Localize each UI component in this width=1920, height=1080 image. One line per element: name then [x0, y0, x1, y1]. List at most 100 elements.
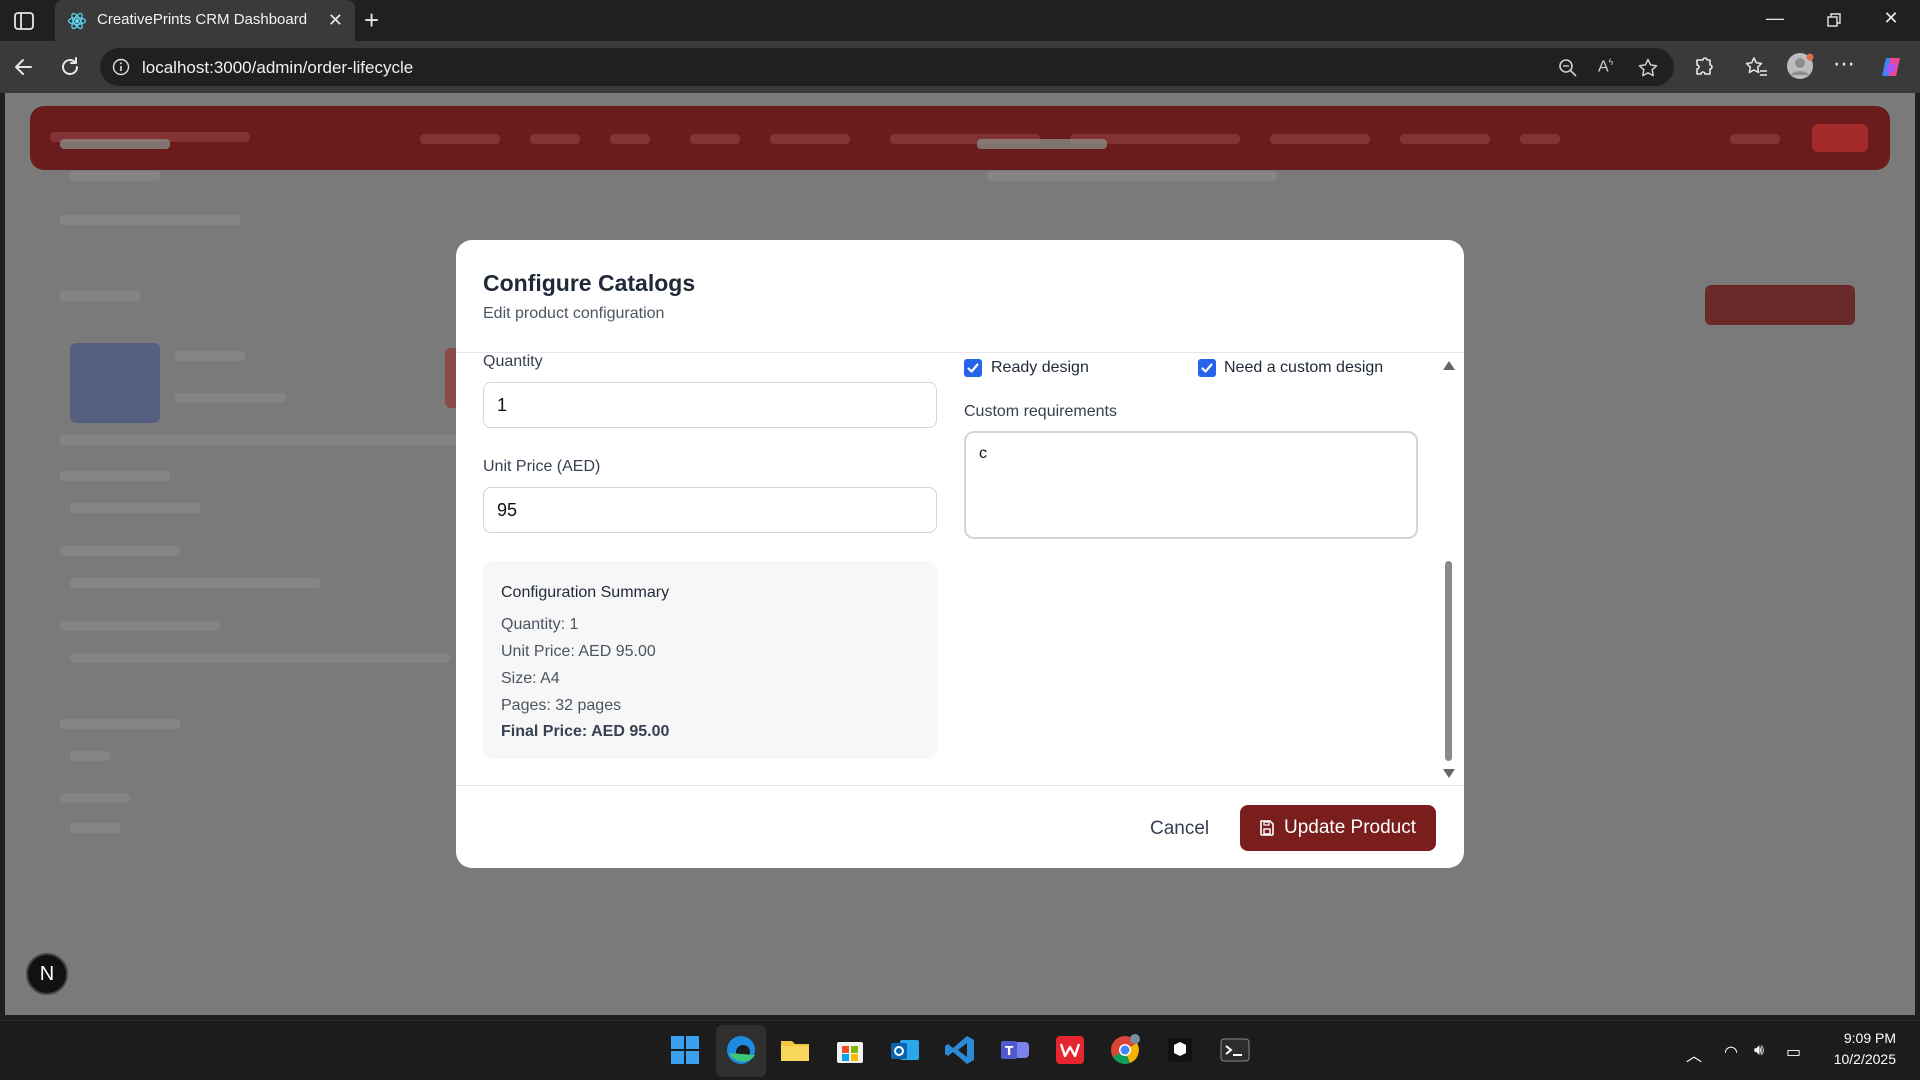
extensions-icon[interactable]: [1691, 54, 1717, 80]
terminal-icon[interactable]: [1218, 1033, 1252, 1067]
file-explorer-icon[interactable]: [778, 1033, 812, 1067]
browser-toolbar: localhost:3000/admin/order-lifecycle Aϟ …: [0, 41, 1920, 93]
checkmark-icon: [967, 363, 979, 373]
react-icon: [67, 12, 87, 30]
favorites-icon[interactable]: [1743, 54, 1769, 80]
blurred-value: [987, 171, 1277, 181]
cancel-button[interactable]: Cancel: [1136, 807, 1223, 851]
chrome-icon[interactable]: [1108, 1033, 1142, 1067]
edge-browser-icon[interactable]: [724, 1033, 758, 1067]
quantity-input[interactable]: 1: [483, 382, 937, 428]
app-icon[interactable]: [1163, 1033, 1197, 1067]
blurred-value: [70, 823, 120, 833]
nav-link: [610, 134, 650, 144]
zoom-icon[interactable]: [1557, 57, 1579, 79]
blurred-label: [60, 546, 180, 556]
svg-text:T: T: [1005, 1044, 1014, 1058]
windows-start-icon[interactable]: [668, 1033, 702, 1067]
scroll-up-arrow-icon[interactable]: [1443, 361, 1455, 370]
quantity-label: Quantity: [483, 353, 543, 370]
blurred-label: [60, 471, 170, 481]
reload-icon[interactable]: [57, 54, 83, 80]
blurred-label: [977, 139, 1107, 149]
configure-catalogs-modal: Configure Catalogs Edit product configur…: [456, 240, 1464, 868]
clock-time[interactable]: 9:09 PM: [1820, 1030, 1896, 1046]
nav-link: [1270, 134, 1370, 144]
modal-title: Configure Catalogs: [483, 270, 696, 296]
nav-link: [530, 134, 580, 144]
save-icon: [1260, 820, 1274, 836]
ready-design-checkbox[interactable]: [964, 359, 982, 377]
summary-final-price: Final Price: AED 95.00: [501, 723, 670, 740]
battery-icon[interactable]: ▭: [1786, 1042, 1801, 1062]
new-tab-icon[interactable]: +: [364, 6, 379, 34]
blurred-action-button: [1705, 285, 1855, 325]
tab-close-icon[interactable]: ✕: [328, 10, 343, 30]
scroll-down-arrow-icon[interactable]: [1443, 769, 1455, 778]
blurred-label: [60, 139, 170, 149]
teams-icon[interactable]: T: [998, 1033, 1032, 1067]
custom-requirements-label: Custom requirements: [964, 403, 1117, 420]
address-bar[interactable]: localhost:3000/admin/order-lifecycle Aϟ: [100, 48, 1674, 86]
wifi-icon[interactable]: ◠: [1724, 1042, 1738, 1062]
custom-design-label[interactable]: Need a custom design: [1224, 359, 1383, 377]
favorite-star-icon[interactable]: [1637, 57, 1659, 79]
wps-office-icon[interactable]: [1053, 1033, 1087, 1067]
microsoft-store-icon[interactable]: [833, 1033, 867, 1067]
nextjs-dev-badge[interactable]: N: [26, 953, 68, 995]
summary-unit-price: Unit Price: AED 95.00: [501, 643, 656, 660]
scroll-thumb[interactable]: [1445, 561, 1452, 761]
ready-design-label[interactable]: Ready design: [991, 359, 1089, 377]
blurred-value: [70, 653, 450, 663]
custom-requirements-textarea[interactable]: c: [964, 431, 1418, 539]
summary-title: Configuration Summary: [501, 584, 670, 601]
minimize-icon[interactable]: —: [1763, 8, 1787, 29]
windows-taskbar: T ︿ ◠ 🔊︎ ▭ 9:09 PM 10/2/2025: [0, 1020, 1920, 1080]
checkmark-icon: [1201, 363, 1213, 373]
site-info-icon[interactable]: [112, 58, 130, 76]
close-window-icon[interactable]: ✕: [1879, 8, 1903, 29]
user-menu: [1730, 134, 1780, 144]
blurred-label: [60, 291, 140, 301]
tab-title: CreativePrints CRM Dashboard: [97, 11, 308, 28]
modal-header: Configure Catalogs Edit product configur…: [456, 240, 1464, 353]
blurred-label: [60, 621, 220, 631]
back-arrow-icon[interactable]: [11, 54, 37, 80]
modal-subtitle: Edit product configuration: [483, 305, 665, 322]
outlook-icon[interactable]: [888, 1033, 922, 1067]
tab-actions-icon[interactable]: [12, 9, 36, 33]
nav-link: [690, 134, 740, 144]
update-product-button[interactable]: Update Product: [1240, 805, 1436, 851]
profile-avatar-icon[interactable]: [1785, 51, 1815, 81]
clock-date[interactable]: 10/2/2025: [1810, 1051, 1896, 1067]
show-hidden-icons-icon[interactable]: ︿: [1686, 1042, 1702, 1066]
summary-quantity: Quantity: 1: [501, 616, 579, 633]
summary-pages: Pages: 32 pages: [501, 697, 622, 714]
nav-link: [1520, 134, 1560, 144]
browser-tab[interactable]: CreativePrints CRM Dashboard ✕: [55, 0, 355, 41]
vscode-icon[interactable]: [943, 1033, 977, 1067]
modal-body: Quantity 1 Unit Price (AED) 95 Configura…: [456, 353, 1464, 785]
app-navbar: [30, 106, 1890, 170]
configuration-summary: Configuration Summary Quantity: 1 Unit P…: [483, 561, 937, 759]
blurred-text: [175, 393, 285, 403]
read-aloud-icon[interactable]: Aϟ: [1598, 57, 1620, 79]
update-product-label: Update Product: [1284, 817, 1417, 838]
unit-price-label: Unit Price (AED): [483, 458, 601, 475]
blurred-product-image: [70, 343, 160, 423]
volume-icon[interactable]: 🔊︎: [1754, 1042, 1764, 1060]
browser-titlebar: CreativePrints CRM Dashboard ✕ + — ✕: [0, 0, 1920, 41]
copilot-icon[interactable]: [1878, 54, 1904, 80]
blurred-value: [70, 578, 320, 588]
modal-scrollbar[interactable]: [1442, 361, 1455, 779]
blurred-value: [70, 503, 200, 513]
restore-icon[interactable]: [1822, 12, 1846, 28]
blurred-value: [70, 171, 160, 181]
more-options-icon[interactable]: ⋯: [1833, 51, 1859, 77]
nav-link: [770, 134, 850, 144]
modal-footer: Cancel Update Product: [456, 785, 1464, 868]
blurred-label: [60, 793, 130, 803]
blurred-text: [60, 435, 460, 445]
unit-price-input[interactable]: 95: [483, 487, 937, 533]
custom-design-checkbox[interactable]: [1198, 359, 1216, 377]
